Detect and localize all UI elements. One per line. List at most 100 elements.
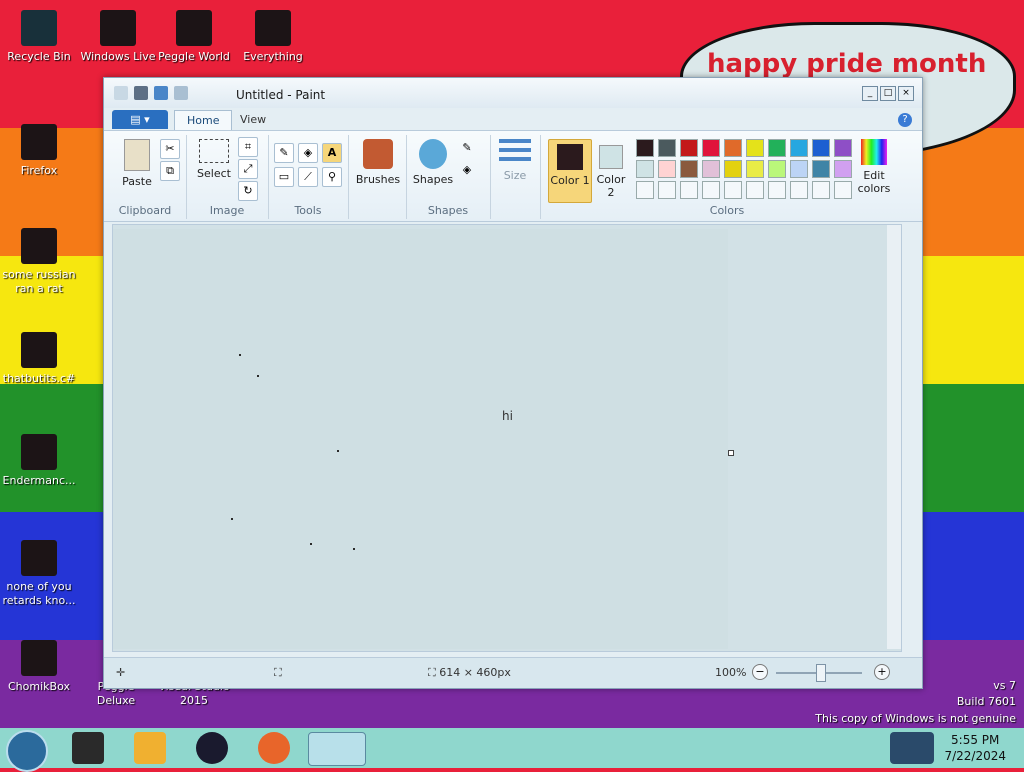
color-swatch[interactable] (790, 139, 808, 157)
eraser-icon[interactable]: ▭ (274, 167, 294, 187)
color-swatch[interactable] (768, 160, 786, 178)
taskbar-app-icon[interactable] (72, 732, 104, 764)
color-swatch[interactable] (702, 160, 720, 178)
file-icon (21, 332, 57, 368)
tab-view[interactable]: View (228, 110, 278, 129)
size-button[interactable]: Size (496, 139, 534, 182)
ribbon-tabs: ▤ ▾ Home View ? (104, 108, 922, 130)
color-swatch[interactable] (680, 160, 698, 178)
desktop-icon-windows-live[interactable]: Windows Live (80, 10, 156, 64)
group-size: Size (490, 135, 541, 219)
clock-time: 5:55 PM (951, 733, 1000, 747)
text-icon[interactable]: A (322, 143, 342, 163)
color-swatch[interactable] (636, 139, 654, 157)
desktop-icon-firefox[interactable]: Firefox (1, 124, 77, 178)
color-picker-icon[interactable]: ⟋ (298, 167, 318, 187)
folder-icon (21, 434, 57, 470)
color1-button[interactable]: Color 1 (548, 139, 592, 203)
color-swatch[interactable] (812, 139, 830, 157)
outline-icon[interactable]: ✎ (458, 139, 476, 157)
group-image: Select ⌗ ⤢ ↻ Image (186, 135, 269, 219)
media-player-icon[interactable] (134, 732, 166, 764)
selection-size-icon: ⛶ (274, 666, 282, 679)
color-swatch[interactable] (812, 181, 830, 199)
color-swatch[interactable] (658, 160, 676, 178)
color-swatch[interactable] (746, 181, 764, 199)
group-label: Clipboard (118, 204, 172, 217)
color-swatch[interactable] (658, 139, 676, 157)
shape-fill-icon[interactable]: ◈ (458, 161, 476, 179)
color-swatch[interactable] (724, 160, 742, 178)
ink-dot (353, 548, 355, 550)
window-title: Untitled - Paint (236, 88, 326, 102)
firefox-icon[interactable] (258, 732, 290, 764)
zoom-level: 100% (715, 666, 747, 679)
color-swatch[interactable] (790, 181, 808, 199)
color-swatch[interactable] (790, 160, 808, 178)
copy-icon[interactable]: ⧉ (160, 161, 180, 181)
file-menu-button[interactable]: ▤ ▾ (112, 110, 168, 129)
zoom-in-button[interactable]: + (874, 664, 890, 680)
desktop-icon-chomikbox[interactable]: ChomikBox (1, 640, 77, 694)
select-button[interactable]: Select (194, 139, 234, 180)
desktop-icon-firefox-2[interactable]: none of you retards kno... (1, 540, 77, 608)
color-swatch[interactable] (636, 181, 654, 199)
resize-handle[interactable] (728, 450, 734, 456)
tray-icon[interactable] (890, 732, 934, 764)
zoom-out-button[interactable]: − (752, 664, 768, 680)
fill-icon[interactable]: ◈ (298, 143, 318, 163)
clock[interactable]: 5:55 PM 7/22/2024 (944, 732, 1006, 764)
shapes-icon (419, 139, 447, 169)
everything-icon (255, 10, 291, 46)
desktop-icon-file[interactable]: thatbutits.c# (1, 332, 77, 386)
color2-button[interactable]: Color 2 (592, 139, 630, 199)
crop-icon[interactable]: ⌗ (238, 137, 258, 157)
tab-home[interactable]: Home (174, 110, 233, 130)
color-swatch[interactable] (658, 181, 676, 199)
zoom-slider-thumb[interactable] (816, 664, 826, 682)
start-button[interactable] (6, 730, 48, 772)
redo-icon[interactable] (174, 86, 188, 100)
rat-icon (21, 228, 57, 264)
color-swatch[interactable] (636, 160, 654, 178)
window-controls: _ □ × (862, 86, 914, 101)
color-swatch[interactable] (746, 160, 764, 178)
desktop-icon-peggle-world[interactable]: Peggle World (156, 10, 232, 64)
resize-icon[interactable]: ⤢ (238, 159, 258, 179)
shapes-button[interactable]: Shapes (410, 139, 456, 186)
paint-taskbar-icon[interactable] (308, 732, 366, 766)
edit-colors-icon (861, 139, 887, 165)
color-swatch[interactable] (768, 181, 786, 199)
help-icon[interactable]: ? (898, 113, 912, 127)
drawing-canvas[interactable]: hi (113, 229, 728, 649)
rotate-icon[interactable]: ↻ (238, 181, 258, 201)
color-swatch[interactable] (812, 160, 830, 178)
color-swatch[interactable] (680, 181, 698, 199)
pencil-icon[interactable]: ✎ (274, 143, 294, 163)
paste-button[interactable]: Paste (112, 139, 162, 188)
color-swatch[interactable] (746, 139, 764, 157)
desktop-icon-folder[interactable]: Endermanc... (1, 434, 77, 488)
color-swatch[interactable] (680, 139, 698, 157)
color-swatch[interactable] (702, 139, 720, 157)
color-swatch[interactable] (724, 181, 742, 199)
desktop-icon-everything[interactable]: Everything (235, 10, 311, 64)
save-icon[interactable] (134, 86, 148, 100)
undo-icon[interactable] (154, 86, 168, 100)
desktop-icon-recycle-bin[interactable]: Recycle Bin (1, 10, 77, 64)
color-swatch[interactable] (768, 139, 786, 157)
edit-colors-button[interactable]: Edit colors (850, 139, 898, 195)
firefox-icon (21, 540, 57, 576)
cut-icon[interactable]: ✂ (160, 139, 180, 159)
taskbar-app-icon[interactable] (196, 732, 228, 764)
close-button[interactable]: × (898, 86, 914, 101)
ink-dot (231, 518, 233, 520)
color-swatch[interactable] (724, 139, 742, 157)
magnifier-icon[interactable]: ⚲ (322, 167, 342, 187)
color-swatch[interactable] (702, 181, 720, 199)
vertical-scrollbar[interactable] (887, 225, 901, 649)
brushes-button[interactable]: Brushes (354, 139, 402, 186)
desktop-icon-rat[interactable]: some russian ran a rat (1, 228, 77, 296)
minimize-button[interactable]: _ (862, 86, 878, 101)
maximize-button[interactable]: □ (880, 86, 896, 101)
